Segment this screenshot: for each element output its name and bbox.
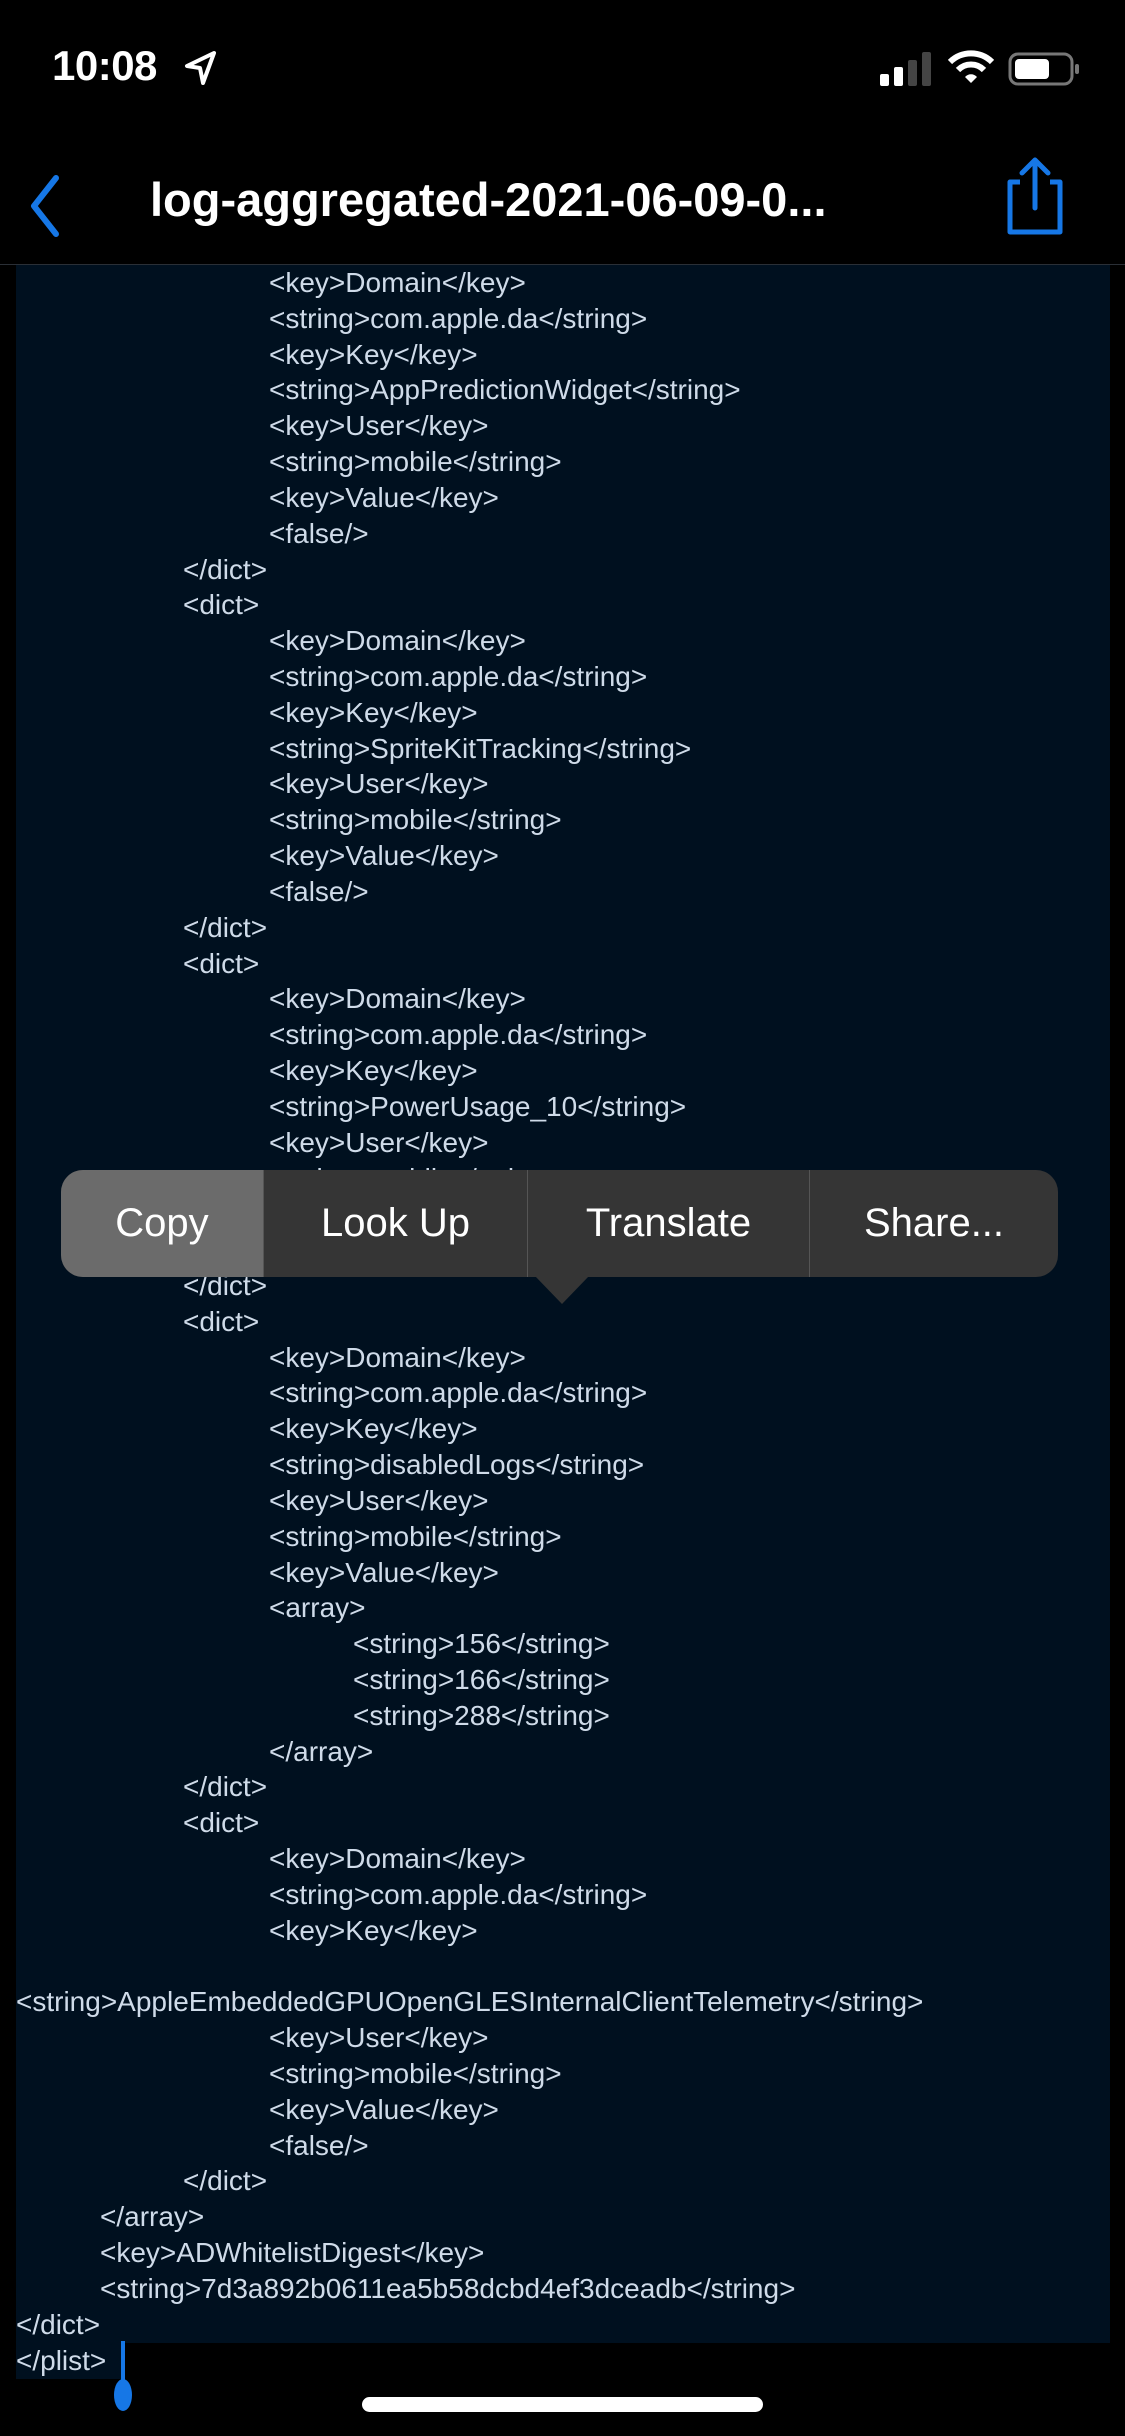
code-line: </dict> [16,2308,101,2340]
code-line: <key>Domain</key> [269,625,526,657]
code-line: </dict> [183,2165,268,2197]
code-line: <string>com.apple.da</string> [269,302,648,334]
code-line: <key>Key</key> [269,1413,478,1445]
selection-handle[interactable] [114,2378,132,2411]
wifi-icon [948,50,994,83]
code-line: </plist> [16,2344,107,2376]
code-line: </array> [100,2201,205,2233]
code-line: <false/> [269,875,369,907]
text-context-menu: Copy Look Up Translate Share... [61,1170,1058,1277]
status-bar: 10:08 [0,0,1125,130]
code-line: <key>User</key> [269,1484,489,1516]
code-line: <string>mobile</string> [269,1520,562,1552]
code-line: <string>mobile</string> [269,804,562,836]
share-menu-item[interactable]: Share... [810,1170,1058,1277]
context-menu-pointer [535,1276,589,1304]
code-line: <key>Key</key> [269,1914,478,1946]
code-line: <key>Domain</key> [269,1843,526,1875]
code-line: <key>Value</key> [269,2093,499,2125]
code-line: <string>288</string> [353,1699,610,1731]
code-line: <string>SpriteKitTracking</string> [269,732,692,764]
code-line: <string>com.apple.da</string> [269,661,648,693]
code-line: <string>PowerUsage_10</string> [269,1090,687,1122]
code-line: </dict> [183,1771,268,1803]
code-line: <false/> [269,517,369,549]
code-line: <dict> [183,1807,260,1839]
code-line: <string>7d3a892b0611ea5b58dcbd4ef3dceadb… [100,2272,796,2304]
code-line: <key>User</key> [269,1126,489,1158]
code-line: <key>User</key> [269,768,489,800]
translate-menu-item[interactable]: Translate [528,1170,810,1277]
code-line: <string>com.apple.da</string> [269,1878,648,1910]
code-line: <string>156</string> [353,1628,610,1660]
code-line: <string>mobile</string> [269,2058,562,2089]
code-line: <string>166</string> [353,1663,610,1695]
code-line: <array> [269,1592,366,1624]
code-line: <key>Key</key> [269,338,478,370]
code-line: <key>Domain</key> [269,267,526,298]
code-line: <key>User</key> [269,2022,489,2054]
selection-end-caret[interactable] [121,2340,125,2381]
code-line: <false/> [269,2129,369,2161]
location-arrow-icon [185,51,216,85]
code-line: <dict> [183,1305,260,1337]
code-line: </dict> [183,553,268,585]
home-indicator[interactable] [362,2397,763,2412]
code-line: <key>User</key> [269,410,489,442]
chevron-left-icon[interactable] [20,170,80,240]
code-line: <key>Key</key> [269,696,478,728]
code-line: <string>disabledLogs</string> [269,1449,645,1481]
code-line: <key>ADWhitelistDigest</key> [100,2237,485,2269]
look-up-menu-item[interactable]: Look Up [264,1170,528,1277]
share-icon[interactable] [1000,156,1070,236]
battery-icon [1008,52,1079,86]
code-line: <string>com.apple.da</string> [269,1377,648,1409]
code-line: <string>AppPredictionWidget</string> [269,374,741,406]
page-title: log-aggregated-2021-06-09-0... [150,173,827,226]
navigation-bar: log-aggregated-2021-06-09-0... [0,130,1125,265]
code-line: <dict> [183,589,260,621]
code-line: <string>mobile</string> [269,446,562,478]
code-line: <key>Value</key> [269,1556,499,1588]
code-line: <key>Domain</key> [269,983,526,1015]
code-line: <key>Key</key> [269,1055,478,1087]
code-line: <key>Value</key> [269,840,499,872]
code-line: <dict> [183,947,260,979]
copy-menu-item[interactable]: Copy [61,1170,264,1277]
status-time: 10:08 [52,42,157,89]
code-line: <string>com.apple.da</string> [269,1019,648,1051]
code-line: <key>Domain</key> [269,1341,526,1373]
code-line: <string>AppleEmbeddedGPUOpenGLESInternal… [16,1986,924,2018]
cellular-signal-icon [880,52,931,86]
code-line: </dict> [183,911,268,943]
code-line: </array> [269,1735,374,1767]
code-line: <key>Value</key> [269,481,499,513]
